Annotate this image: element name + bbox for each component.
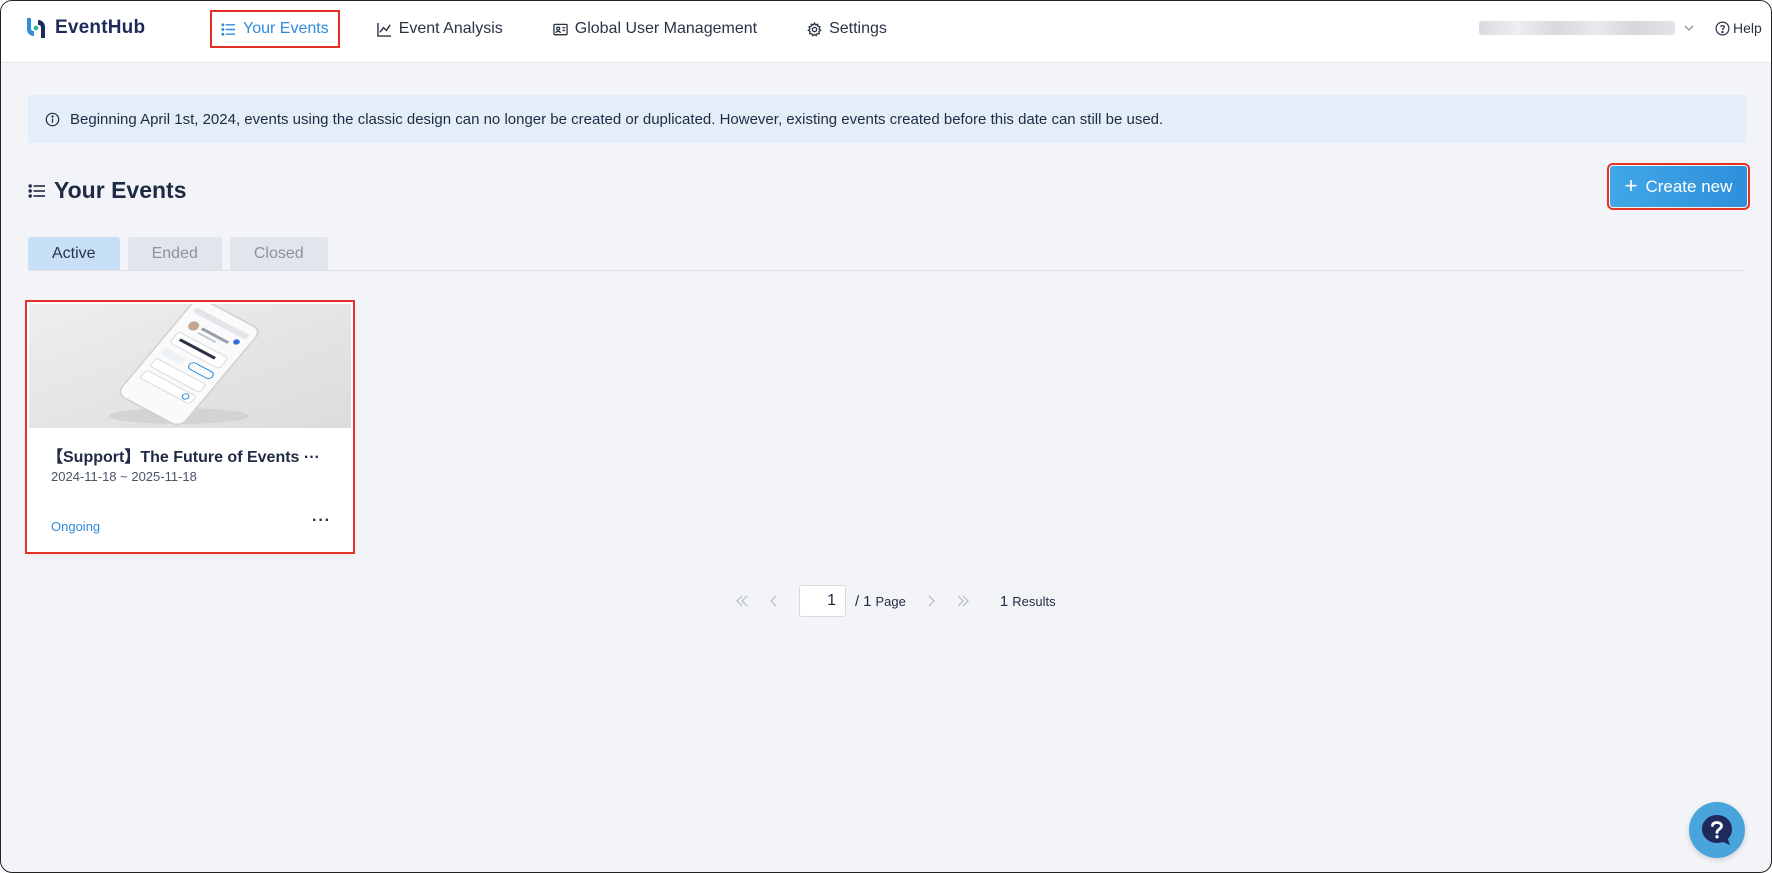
results-label: Results [1012,593,1056,609]
nav-label: Event Analysis [398,20,503,37]
nav-event-analysis[interactable]: Event Analysis [368,12,512,46]
question-circle-icon [1715,21,1730,35]
list-icon [28,183,45,198]
event-thumbnail [29,304,351,428]
page-number-input[interactable] [799,585,846,617]
main-nav: Your Events Event Analysis Global User M… [210,10,928,48]
tab-ended[interactable]: Ended [127,237,222,271]
nav-settings[interactable]: Settings [798,12,896,46]
chat-question-icon [1702,815,1732,845]
id-card-icon [553,23,568,35]
next-page-icon[interactable] [924,594,938,608]
app-name: EventHub [55,17,146,38]
nav-label: Settings [829,20,887,37]
tab-active[interactable]: Active [28,237,120,271]
page-title-text: Your Events [54,177,187,203]
create-new-label: Create new [1645,176,1733,196]
event-title[interactable]: 【Support】The Future of Events ··· [47,443,320,467]
chevron-down-icon [1684,25,1694,31]
event-dates: 2024-11-18 ~ 2025-11-18 [51,469,197,484]
help-link[interactable]: Help [1715,20,1762,36]
tab-closed[interactable]: Closed [229,237,328,271]
account-name-redacted [1479,21,1675,35]
info-icon [45,112,60,126]
support-chat-button[interactable] [1689,802,1745,858]
notice-banner: Beginning April 1st, 2024, events using … [28,95,1746,143]
phone-mockup-image [109,304,259,426]
app-logo[interactable]: EventHub [23,15,145,41]
top-header: EventHub Your Events Event Analysis Glob… [1,1,1771,63]
list-icon [221,22,236,36]
nav-your-events[interactable]: Your Events [210,10,340,48]
eventhub-logo-icon [27,18,45,38]
account-menu[interactable] [1479,21,1695,35]
gear-icon [807,21,822,37]
plus-icon: + [1624,172,1638,198]
create-new-button[interactable]: + Create new [1607,163,1750,210]
event-status: Ongoing [51,519,101,534]
last-page-icon[interactable] [956,594,970,608]
more-options-button[interactable]: ··· [312,512,331,530]
tabs-divider [28,270,1746,271]
page-total-count: 1 [863,592,872,610]
status-tabs: Active Ended Closed [28,237,328,271]
nav-global-user-management[interactable]: Global User Management [544,12,766,46]
page-label: Page [875,593,906,609]
chart-line-icon [376,22,391,37]
nav-label: Global User Management [574,20,758,37]
pagination: / 1 Page 1 Results [735,585,1056,617]
notice-text: Beginning April 1st, 2024, events using … [70,110,1164,128]
first-page-icon[interactable] [735,594,749,608]
app-window: EventHub Your Events Event Analysis Glob… [0,0,1772,873]
previous-page-icon[interactable] [767,594,781,608]
results-count: 1 Results [1000,593,1056,610]
page-title: Your Events [28,177,187,204]
help-label: Help [1733,20,1762,36]
page-separator: / [855,592,860,610]
page-total: / 1 Page [855,593,906,610]
event-card[interactable]: 【Support】The Future of Events ··· 2024-1… [25,300,355,554]
nav-label: Your Events [243,20,329,37]
results-number: 1 [999,592,1009,610]
